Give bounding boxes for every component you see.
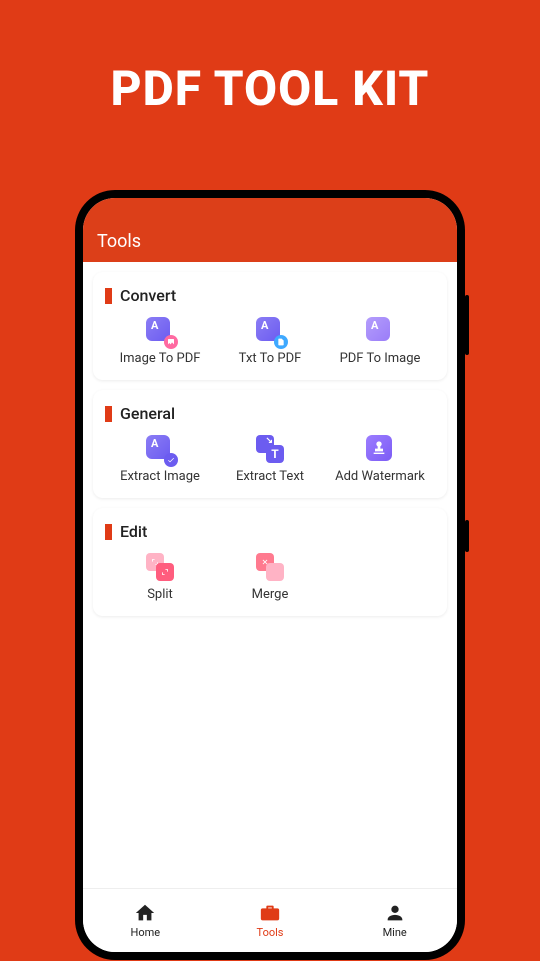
- merge-icon: [256, 553, 284, 581]
- section-marker-icon: [105, 524, 112, 540]
- tool-add-watermark[interactable]: Add Watermark: [325, 435, 435, 484]
- tool-label: Image To PDF: [120, 351, 201, 366]
- tool-label: Merge: [252, 587, 289, 602]
- tool-row: Split Merge: [105, 553, 435, 602]
- tool-split[interactable]: Split: [105, 553, 215, 602]
- home-icon: [134, 902, 156, 924]
- tool-row: Extract Image T Extract Text: [105, 435, 435, 484]
- txt-to-pdf-icon: [256, 317, 284, 345]
- person-icon: [384, 902, 406, 924]
- pdf-to-image-icon: [366, 317, 394, 345]
- tool-label: Split: [147, 587, 173, 602]
- section-general: General Extract Image: [93, 390, 447, 498]
- tool-label: Extract Text: [236, 469, 304, 484]
- section-header: Edit: [105, 522, 435, 541]
- tool-merge[interactable]: Merge: [215, 553, 325, 602]
- section-title: Convert: [120, 286, 176, 305]
- nav-tools[interactable]: Tools: [208, 889, 333, 952]
- tool-label: Add Watermark: [335, 469, 425, 484]
- nav-label: Mine: [383, 926, 407, 939]
- tool-extract-text[interactable]: T Extract Text: [215, 435, 325, 484]
- appbar-title: Tools: [97, 231, 141, 252]
- phone-side-button: [465, 520, 469, 552]
- tool-label: PDF To Image: [340, 351, 421, 366]
- app-bar: Tools: [83, 198, 457, 262]
- tool-image-to-pdf[interactable]: Image To PDF: [105, 317, 215, 366]
- tool-label: Extract Image: [120, 469, 200, 484]
- extract-image-icon: [146, 435, 174, 463]
- section-header: General: [105, 404, 435, 423]
- tool-pdf-to-image[interactable]: PDF To Image: [325, 317, 435, 366]
- bottom-nav: Home Tools Mine: [83, 888, 457, 952]
- phone-side-button: [465, 295, 469, 355]
- tool-extract-image[interactable]: Extract Image: [105, 435, 215, 484]
- section-convert: Convert Image To PDF: [93, 272, 447, 380]
- tool-txt-to-pdf[interactable]: Txt To PDF: [215, 317, 325, 366]
- section-title: General: [120, 404, 175, 423]
- section-marker-icon: [105, 406, 112, 422]
- phone-screen: Tools Convert Image To PDF: [83, 198, 457, 952]
- nav-label: Tools: [257, 926, 284, 939]
- extract-text-icon: T: [256, 435, 284, 463]
- section-title: Edit: [120, 522, 147, 541]
- nav-label: Home: [131, 926, 161, 939]
- section-header: Convert: [105, 286, 435, 305]
- add-watermark-icon: [366, 435, 394, 463]
- hero-title: PDF TOOL KIT: [0, 0, 540, 117]
- tool-row: Image To PDF Txt To PDF PDF To Imag: [105, 317, 435, 366]
- tool-label: Txt To PDF: [239, 351, 302, 366]
- nav-home[interactable]: Home: [83, 889, 208, 952]
- image-to-pdf-icon: [146, 317, 174, 345]
- split-icon: [146, 553, 174, 581]
- tools-icon: [259, 902, 281, 924]
- phone-frame: Tools Convert Image To PDF: [75, 190, 465, 960]
- section-marker-icon: [105, 288, 112, 304]
- nav-mine[interactable]: Mine: [332, 889, 457, 952]
- section-edit: Edit Split: [93, 508, 447, 616]
- content-area: Convert Image To PDF: [83, 262, 457, 888]
